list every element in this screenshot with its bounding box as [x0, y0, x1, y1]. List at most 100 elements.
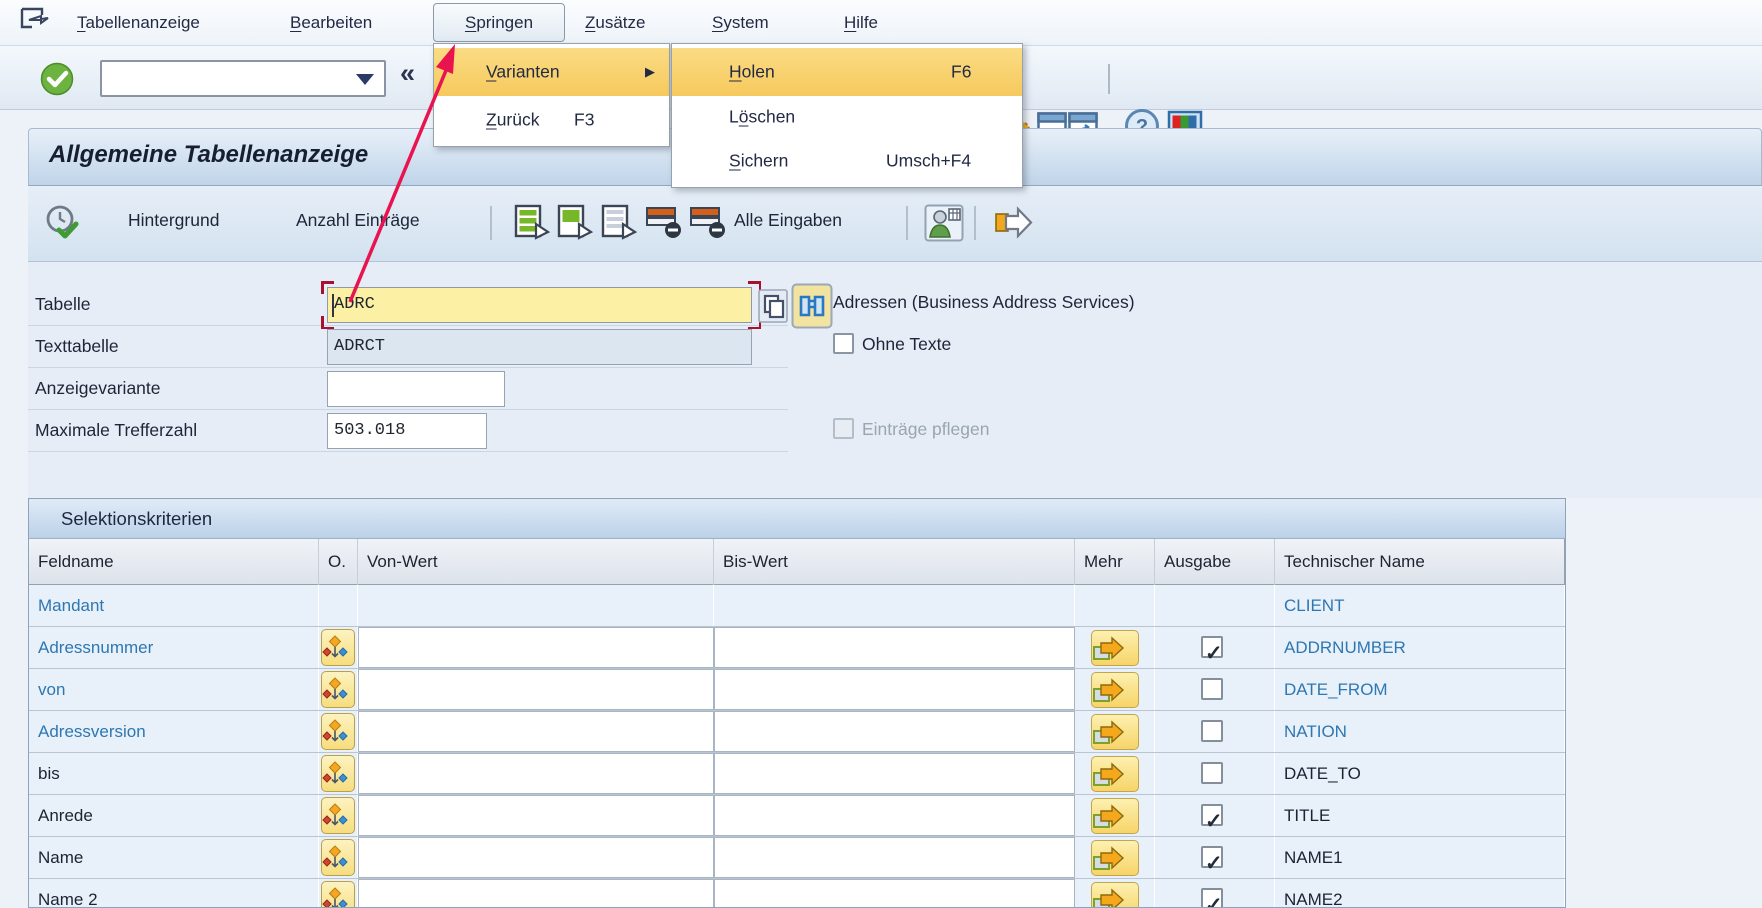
- ohne-texte-checkbox[interactable]: [833, 333, 854, 354]
- anzeigevariante-input[interactable]: [327, 371, 505, 407]
- shortcut-text: F3: [574, 109, 594, 130]
- multiple-selection-button[interactable]: [1091, 840, 1139, 876]
- ausgabe-checkbox[interactable]: [1201, 888, 1223, 908]
- apptoolbar-divider: [906, 206, 908, 240]
- menu-hilfe[interactable]: Hilfe: [844, 8, 878, 38]
- system-menu-icon[interactable]: [20, 6, 50, 36]
- select-block-icon[interactable]: [557, 204, 595, 240]
- execute-timer-icon[interactable]: [43, 204, 81, 242]
- von-wert-field[interactable]: [358, 669, 714, 710]
- ausgabe-checkbox[interactable]: [1201, 846, 1223, 868]
- bis-wert-field[interactable]: [714, 585, 1075, 626]
- von-wert-field[interactable]: [358, 879, 714, 908]
- selection-options-button[interactable]: [321, 755, 355, 792]
- menu-system[interactable]: System: [712, 8, 769, 38]
- technischer-name-text: ADDRNUMBER: [1284, 638, 1406, 657]
- menu-zusaetze[interactable]: Zusätze: [585, 8, 645, 38]
- bis-wert-field[interactable]: [714, 711, 1075, 752]
- collapse-toolbar-icon[interactable]: «: [400, 58, 415, 89]
- menu-item-zurueck[interactable]: Zurück F3: [434, 96, 669, 143]
- command-field[interactable]: [100, 60, 386, 97]
- ausgabe-checkbox[interactable]: [1201, 678, 1223, 700]
- user-settings-icon[interactable]: [924, 204, 964, 242]
- trefferzahl-input[interactable]: 503.018: [327, 413, 487, 449]
- multiple-selection-button[interactable]: [1091, 630, 1139, 666]
- selection-options-button[interactable]: [321, 839, 355, 876]
- ausgabe-checkbox[interactable]: [1201, 720, 1223, 742]
- multiple-selection-button[interactable]: [1091, 672, 1139, 708]
- bis-wert-field[interactable]: [714, 669, 1075, 710]
- header-option: O.: [319, 539, 358, 585]
- header-ausgabe: Ausgabe: [1155, 539, 1275, 585]
- bis-wert-field[interactable]: [714, 795, 1075, 836]
- multiple-selection-button[interactable]: [1091, 756, 1139, 792]
- technischer-name-text: TITLE: [1284, 806, 1330, 825]
- copy-icon[interactable]: [757, 288, 789, 324]
- feldname-text: Name: [38, 848, 83, 867]
- anzeigevariante-label: Anzeigevariante: [35, 378, 161, 399]
- ausgabe-checkbox[interactable]: [1201, 804, 1223, 826]
- ausgabe-checkbox[interactable]: [1201, 762, 1223, 784]
- varianten-submenu: Holen F6 Löschen Sichern Umsch+F4: [671, 43, 1023, 188]
- menu-tabellenanzeige[interactable]: Tabellenanzeige: [77, 8, 200, 38]
- ausgabe-checkbox[interactable]: [1201, 636, 1223, 658]
- table-row: Name 2 NAME2: [29, 879, 1565, 908]
- group-title: Selektionskriterien: [29, 499, 1565, 539]
- tabelle-row: Tabelle ADRC: [28, 285, 788, 326]
- table-description: Adressen (Business Address Services): [833, 292, 1135, 313]
- multiple-selection-button[interactable]: [1091, 882, 1139, 908]
- alle-eingaben-button[interactable]: Alle Eingaben: [734, 210, 842, 231]
- eintraege-pflegen-option: Einträge pflegen: [833, 418, 989, 440]
- hintergrund-button[interactable]: Hintergrund: [128, 210, 219, 231]
- header-bis-wert: Bis-Wert: [714, 539, 1075, 585]
- selection-options-button[interactable]: [321, 881, 355, 908]
- text-cursor: [332, 294, 334, 317]
- menu-item-sichern[interactable]: Sichern Umsch+F4: [672, 138, 1022, 184]
- table-row: Anrede TITLE: [29, 795, 1565, 837]
- menu-item-loeschen[interactable]: Löschen: [672, 96, 1022, 138]
- von-wert-field[interactable]: [358, 627, 714, 668]
- bis-wert-field[interactable]: [714, 627, 1075, 668]
- table-row: von DATE_FROM: [29, 669, 1565, 711]
- von-wert-field[interactable]: [358, 585, 714, 626]
- focus-bracket: [321, 281, 334, 294]
- binoculars-search-icon[interactable]: [791, 283, 833, 329]
- bis-wert-field[interactable]: [714, 753, 1075, 794]
- multiple-selection-button[interactable]: [1091, 714, 1139, 750]
- header-mehr: Mehr: [1075, 539, 1155, 585]
- menu-item-varianten[interactable]: Varianten ▶: [434, 48, 669, 96]
- anzahl-eintraege-button[interactable]: Anzahl Einträge: [296, 210, 420, 231]
- trefferzahl-label: Maximale Trefferzahl: [35, 420, 197, 441]
- von-wert-field[interactable]: [358, 795, 714, 836]
- von-wert-field[interactable]: [358, 753, 714, 794]
- bis-wert-field[interactable]: [714, 879, 1075, 908]
- forward-transfer-icon[interactable]: [992, 204, 1034, 242]
- header-technischer-name: Technischer Name: [1275, 539, 1565, 585]
- menu-bar: Tabellenanzeige Bearbeiten Springen Zusä…: [0, 0, 1762, 46]
- von-wert-field[interactable]: [358, 711, 714, 752]
- select-all-rows-icon[interactable]: [514, 204, 552, 240]
- technischer-name-text: NATION: [1284, 722, 1347, 741]
- bis-wert-field[interactable]: [714, 837, 1075, 878]
- eintraege-pflegen-label: Einträge pflegen: [862, 419, 989, 439]
- selection-options-button[interactable]: [321, 671, 355, 708]
- menu-item-holen[interactable]: Holen F6: [672, 48, 1022, 96]
- clear-selections-icon[interactable]: [689, 204, 727, 240]
- menu-bearbeiten[interactable]: Bearbeiten: [290, 8, 372, 38]
- feldname-text: Name 2: [38, 890, 98, 908]
- multiple-selection-button[interactable]: [1091, 798, 1139, 834]
- selection-options-button[interactable]: [321, 629, 355, 666]
- enter-ok-icon[interactable]: [40, 62, 74, 96]
- menu-springen[interactable]: Springen: [433, 3, 565, 42]
- deselect-all-icon[interactable]: [645, 204, 683, 240]
- tabelle-input[interactable]: ADRC: [327, 287, 752, 323]
- select-rows-icon[interactable]: [601, 204, 639, 240]
- apptoolbar-divider: [974, 206, 976, 240]
- command-dropdown-icon[interactable]: [356, 74, 374, 85]
- table-header-row: Feldname O. Von-Wert Bis-Wert Mehr Ausga…: [29, 539, 1565, 585]
- technischer-name-text: DATE_FROM: [1284, 680, 1388, 699]
- von-wert-field[interactable]: [358, 837, 714, 878]
- technischer-name-text: NAME1: [1284, 848, 1343, 867]
- selection-options-button[interactable]: [321, 713, 355, 750]
- selection-options-button[interactable]: [321, 797, 355, 834]
